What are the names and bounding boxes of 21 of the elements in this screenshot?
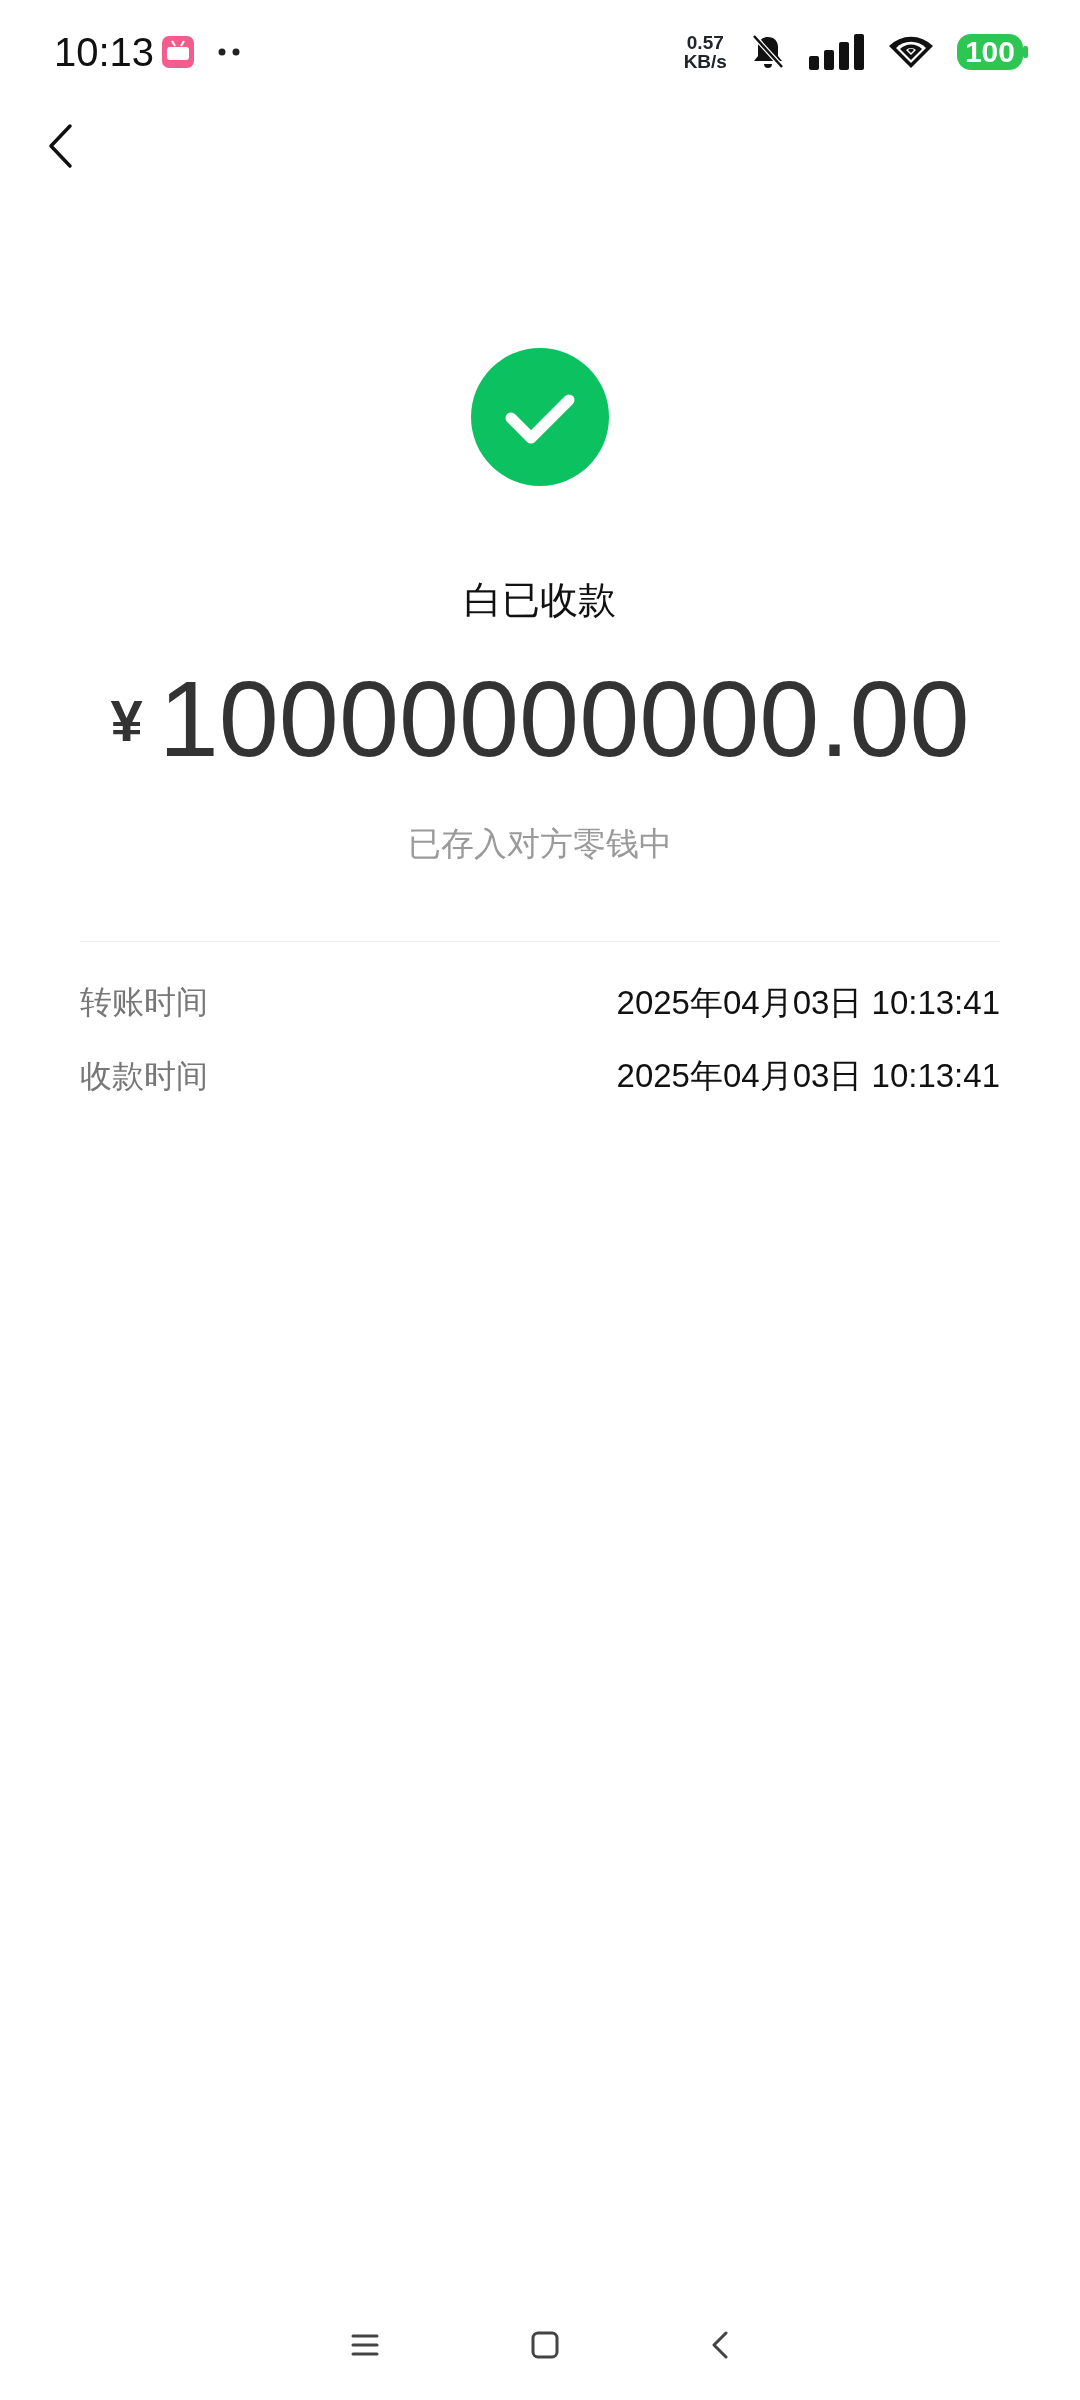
app-notification-icon: [162, 36, 195, 68]
deposit-note: 已存入对方零钱中: [408, 823, 672, 865]
detail-label: 转账时间: [80, 982, 208, 1024]
success-check-icon: [471, 348, 609, 486]
network-speed: 0.57 KB/s: [683, 33, 727, 71]
detail-value: 2025年04月03日 10:13:41: [616, 982, 1000, 1023]
home-icon[interactable]: [531, 2331, 559, 2359]
battery-tip-icon: [1023, 46, 1028, 58]
menu-icon[interactable]: [351, 2333, 379, 2357]
currency-symbol: ¥: [110, 687, 143, 755]
status-time: 10:13: [54, 29, 155, 76]
payment-status: 白已收款: [464, 577, 616, 624]
battery-level: 100: [956, 34, 1023, 70]
wifi-icon: [888, 36, 933, 68]
amount: 10000000000.00: [158, 665, 970, 773]
detail-value: 2025年04月03日 10:13:41: [616, 1056, 1000, 1096]
signal-icon: [808, 34, 865, 70]
back-nav-icon[interactable]: [711, 2331, 729, 2359]
bell-muted-icon: [750, 34, 785, 70]
detail-label: 收款时间: [80, 1055, 208, 1097]
more-notifications-icon: [218, 48, 241, 56]
